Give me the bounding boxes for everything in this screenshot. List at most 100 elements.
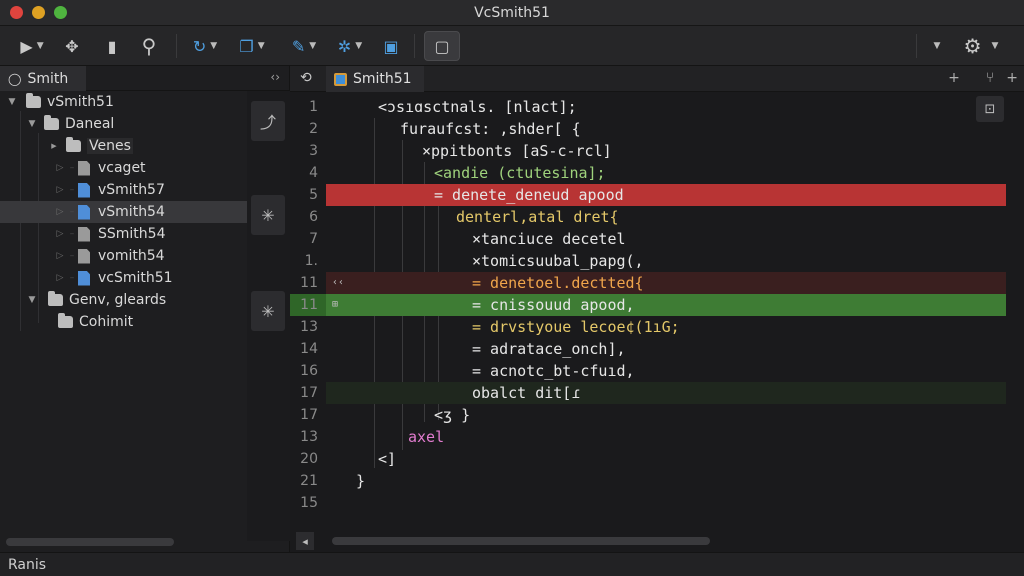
line-background [326,338,1006,360]
collapse-button[interactable]: ✳ [251,291,285,331]
code-line[interactable]: 13 axel [290,426,1024,448]
toolbar-divider [176,34,177,58]
code-text: = acnotc_bt-cfuıd, [472,362,635,380]
tree-file[interactable]: ▷ – vcSmith51 [0,267,247,289]
puzzle-button[interactable]: ✲ ▼ [330,34,370,58]
scroll-left-icon[interactable]: ◂ [296,532,314,550]
overflow-dropdown[interactable]: ▼ [926,34,948,58]
line-background [326,360,1006,382]
split-editor-button[interactable]: ⑂ [986,70,994,86]
editor-tab-label: Smith51 [353,71,412,87]
folder-icon [26,93,41,108]
tree-folder[interactable]: Daneal [0,113,247,135]
add-tab-button[interactable]: + [1006,70,1018,86]
expander-icon: ▷ [56,207,64,217]
tree-file[interactable]: ▷ – vSmith57 [0,179,247,201]
pen-button[interactable]: ✎ ▼ [284,34,324,58]
code-line[interactable]: 1. ×tomicsuubal_papg(, [290,250,1024,272]
folder-icon [66,137,81,152]
sidebar-horizontal-scrollbar[interactable] [6,538,174,546]
code-line[interactable]: 20 <] [290,448,1024,470]
tree-file[interactable]: ▷ – vomith54 [0,245,247,267]
code-area[interactable]: 1 <ɔsıɑsctnals. [nlact]; 2 furaufcst: ,shde… [290,92,1024,542]
code-text: furaufcst: ,shder[ { [400,120,581,138]
editor-tab-bar: ⟲ Smith51 + ⑂ + [290,66,1024,92]
code-line[interactable]: 17 obalct dit[ɾ [290,382,1024,404]
code-text: <andie (ctutesina]; [434,164,606,182]
code-line[interactable]: 1 <ɔsıɑsctnals. [nlact]; [290,96,1024,118]
document-icon: ▣ [383,36,399,56]
editor-horizontal-scrollbar[interactable] [332,537,710,545]
toolbar: ▶ ▼ ✥ ▮ ⚲ ↻ ▼ ❐ ▼ ✎ ▼ ✲ ▼ ▣ ▢ ▼ ⚙ ▼ [0,26,1024,66]
chevron-right-icon[interactable] [48,141,60,151]
line-background [326,206,1006,228]
code-line[interactable]: 2 furaufcst: ,shder[ { [290,118,1024,140]
code-line[interactable]: 13 = drvstyoue lecoe¢(1ıG; [290,316,1024,338]
diff-marker-icon[interactable]: ⊞ [332,294,346,316]
chevron-down-icon[interactable] [26,119,38,129]
line-number: 16 [300,363,318,379]
tree-label: vomith54 [98,248,165,264]
expander-icon: ▷ [56,229,64,239]
code-line[interactable]: 17 <ʒ } [290,404,1024,426]
image-toggle-button[interactable]: ▢ [424,31,460,61]
diff-highlight [326,272,1006,294]
sidebar-menu-button[interactable]: ‹› [270,70,280,84]
editor-actions: + ⑂ + [948,70,1018,86]
sync-button[interactable]: ↻ ▼ [186,34,224,58]
code-line[interactable]: 21} [290,470,1024,492]
code-line[interactable]: 11 ⊞ = cnissouud apood, [290,294,1024,316]
sidebar-tab[interactable]: ◯ Smith [0,66,86,91]
chevron-down-icon[interactable] [26,295,38,305]
tree-folder[interactable]: Cohimit [0,311,247,333]
code-line[interactable]: 7 ×tanciuce decetel [290,228,1024,250]
code-line[interactable]: 14 = adratace_onch], [290,338,1024,360]
code-text: = denetoel.dectted{ [472,274,644,292]
diff-marker-icon[interactable]: ‹‹ [332,272,346,294]
code-line[interactable]: 4 <andie (ctutesina]; [290,162,1024,184]
code-line[interactable]: 3 ×ppitbonts [aS-c-rcl] [290,140,1024,162]
code-line[interactable]: 11 ‹‹ = denetoel.dectted{ [290,272,1024,294]
code-text: obalct dit[ɾ [472,384,581,402]
tree-folder[interactable]: Venes [0,135,247,157]
document-button[interactable]: ▣ [378,34,404,58]
chevron-down-icon: ▼ [991,41,999,51]
add-editor-button[interactable]: + [948,70,960,86]
tree-file[interactable]: ▷ – SSmith54 [0,223,247,245]
settings-button[interactable]: ⚙ ▼ [956,34,1006,58]
code-line[interactable]: 5 = denete_deneud apood [290,184,1024,206]
code-text: <ʒ } [434,406,471,424]
tree-file[interactable]: ▷ – vcaget [0,157,247,179]
move-button[interactable]: ✥ [60,34,84,58]
code-text: <ɔsıɑsctnals. [nlact]; [378,98,577,116]
pin-button[interactable]: ⤴ [251,101,285,141]
code-line[interactable]: 15 [290,492,1024,514]
code-text: } [356,472,366,490]
line-number: 21 [300,473,318,489]
line-number: 3 [309,143,318,159]
line-number: 6 [309,209,318,225]
file-button[interactable]: ▮ [100,34,124,58]
expand-button[interactable]: ✳ [251,195,285,235]
code-line[interactable]: 16 = acnotc_bt-cfuıd, [290,360,1024,382]
code-line[interactable]: 6 denterl,atal dret{ [290,206,1024,228]
tree-label: SSmith54 [98,226,166,242]
image-icon: ▢ [434,36,450,56]
code-text: ×ppitbonts [aS-c-rcl] [422,142,612,160]
tree-file[interactable]: ▷ – vSmith54 [0,201,247,223]
code-text: = drvstyoue lecoe¢(1ıG; [472,318,680,336]
chevron-down-icon[interactable] [6,97,18,107]
copy-button[interactable]: ❐ ▼ [232,34,272,58]
tree-folder[interactable]: Genv, gleards [0,289,247,311]
tree-label: vSmith51 [47,94,114,110]
pin-icon: ⤴ [259,113,276,132]
line-background [326,162,1006,184]
chevron-down-icon: ▼ [309,41,317,51]
editor-tab[interactable]: Smith51 [326,66,424,92]
tree-folder[interactable]: vSmith51 [0,91,247,113]
search-button[interactable]: ⚲ [136,34,162,58]
line-number: 7 [309,231,318,247]
history-icon[interactable]: ⟲ [300,70,312,86]
run-button[interactable]: ▶ ▼ [12,34,52,58]
line-background [326,404,1006,426]
